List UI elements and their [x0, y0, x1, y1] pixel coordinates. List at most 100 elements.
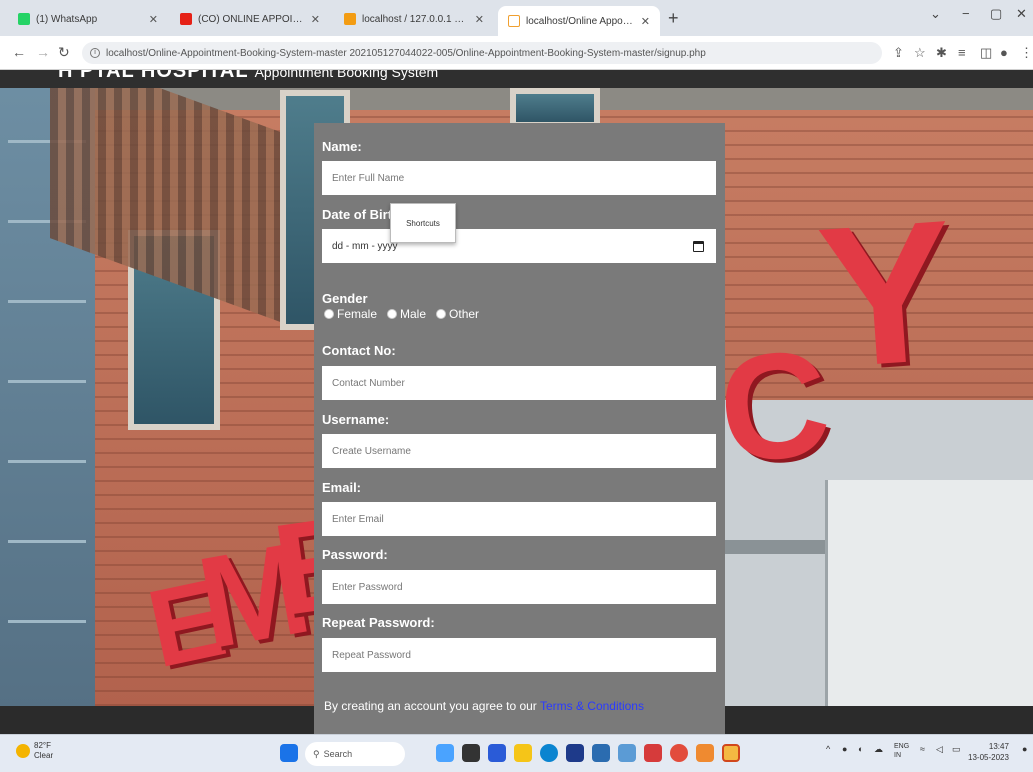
- email-placeholder: Enter Email: [332, 513, 384, 525]
- taskbar-search[interactable]: ⚲ Search: [305, 742, 405, 766]
- task-view-icon[interactable]: [462, 744, 480, 762]
- wifi-icon[interactable]: ≈: [920, 744, 925, 754]
- close-tab-icon[interactable]: ✕: [311, 13, 320, 26]
- tab-title: (1) WhatsApp: [36, 13, 98, 25]
- signup-form: Name: Enter Full Name Date of Birth: dd …: [314, 123, 725, 734]
- contact-label: Contact No:: [322, 343, 396, 358]
- gender-label: Gender: [322, 291, 368, 306]
- menu-icon[interactable]: ⋮: [1020, 45, 1033, 61]
- tab-title: localhost / 127.0.0.1 / wt_admin: [362, 13, 467, 25]
- widgets-icon[interactable]: [436, 744, 454, 762]
- forward-icon[interactable]: →: [36, 44, 50, 60]
- repeat-password-label: Repeat Password:: [322, 615, 435, 630]
- radio-other[interactable]: [436, 309, 447, 319]
- tray-icon[interactable]: ☁: [874, 744, 883, 755]
- tray-icon[interactable]: ●: [842, 744, 847, 754]
- password-input[interactable]: Enter Password: [322, 570, 716, 604]
- edge-icon[interactable]: [540, 744, 558, 762]
- search-icon: ⚲: [313, 748, 320, 759]
- username-label: Username:: [322, 412, 390, 427]
- username-placeholder: Create Username: [332, 445, 411, 457]
- bookmark-star-icon[interactable]: ☆: [914, 45, 926, 61]
- repeat-password-input[interactable]: Repeat Password: [322, 638, 716, 672]
- gender-option-female[interactable]: Female: [324, 307, 377, 321]
- chat-icon[interactable]: [488, 744, 506, 762]
- start-icon[interactable]: [280, 744, 298, 762]
- chrome-icon[interactable]: [670, 744, 688, 762]
- side-panel-icon[interactable]: ◫: [980, 45, 992, 61]
- calendar-icon[interactable]: [693, 240, 704, 252]
- xampp-icon[interactable]: [722, 744, 740, 762]
- radio-label: Male: [400, 307, 427, 321]
- dob-value: dd - mm - yyyy: [332, 240, 398, 252]
- weather-desc: Clear: [34, 751, 54, 760]
- close-tab-icon[interactable]: ✕: [641, 15, 650, 28]
- url-text: localhost/Online-Appointment-Booking-Sys…: [106, 47, 706, 59]
- vscode-icon[interactable]: [618, 744, 636, 762]
- whatsapp-icon: [18, 13, 30, 25]
- site-brand[interactable]: H PTAL HOSPITAL Appointment Booking Syste…: [58, 70, 438, 83]
- site-info-icon[interactable]: i: [90, 48, 100, 58]
- close-tab-icon[interactable]: ✕: [149, 13, 158, 26]
- extensions-icon[interactable]: ✱: [936, 45, 947, 61]
- name-input[interactable]: Enter Full Name: [322, 161, 716, 195]
- brand-name: H PTAL HOSPITAL: [58, 70, 249, 82]
- contact-placeholder: Contact Number: [332, 377, 405, 389]
- reading-list-icon[interactable]: ≡: [958, 45, 966, 60]
- url-input[interactable]: i localhost/Online-Appointment-Booking-S…: [82, 42, 882, 64]
- page-viewport: E M E C Y H PTAL HOSPITALAppointment Boo…: [0, 70, 1033, 734]
- tab-title: (CO) ONLINE APPOINTMENT S: [198, 13, 303, 25]
- gender-option-other[interactable]: Other: [436, 307, 479, 321]
- tab-youtube[interactable]: (CO) ONLINE APPOINTMENT S ✕: [170, 6, 330, 32]
- share-icon[interactable]: ⇪: [893, 45, 904, 61]
- terms-link[interactable]: Terms & Conditions: [540, 699, 644, 713]
- tray-chevron-icon[interactable]: ^: [826, 744, 830, 754]
- email-input[interactable]: Enter Email: [322, 502, 716, 536]
- weather-widget[interactable]: 82°F Clear: [16, 741, 53, 761]
- radio-label: Female: [337, 307, 378, 321]
- system-clock[interactable]: 13:47 13-05-2023: [968, 741, 1009, 763]
- brand-subtitle: Appointment Booking System: [254, 70, 439, 80]
- close-window-icon[interactable]: ✕: [1016, 6, 1027, 22]
- store-icon[interactable]: [566, 744, 584, 762]
- weather-temp: 82°F: [34, 741, 51, 750]
- language-indicator[interactable]: ENG IN: [894, 742, 909, 760]
- site-header: H PTAL HOSPITAL Appointment Booking Syste…: [0, 70, 1033, 88]
- tab-whatsapp[interactable]: (1) WhatsApp ✕: [8, 6, 168, 32]
- taskbar: 82°F Clear ⚲ Search ^ ● ◐ ☁ ENG IN ≈ ◁ ▭…: [0, 734, 1033, 772]
- sun-icon: [16, 744, 30, 758]
- password-label: Password:: [322, 547, 388, 562]
- address-bar: ← → ↻ i localhost/Online-Appointment-Boo…: [0, 36, 1033, 70]
- tab-search-icon[interactable]: ⌄: [930, 6, 941, 22]
- back-icon[interactable]: ←: [12, 44, 26, 60]
- tab-phpmyadmin[interactable]: localhost / 127.0.0.1 / wt_admin ✕: [334, 6, 494, 32]
- dob-input[interactable]: dd - mm - yyyy: [322, 229, 716, 263]
- volume-icon[interactable]: ◁: [936, 744, 943, 755]
- browser-tab-strip: (1) WhatsApp ✕ (CO) ONLINE APPOINTMENT S…: [0, 0, 1033, 36]
- clock-time: 13:47: [988, 742, 1009, 751]
- clock-date: 13-05-2023: [968, 753, 1009, 762]
- brave-icon[interactable]: [644, 744, 662, 762]
- terms-text: By creating an account you agree to our: [324, 699, 537, 713]
- password-placeholder: Enter Password: [332, 581, 403, 593]
- notification-icon[interactable]: ●: [1022, 744, 1027, 754]
- file-explorer-icon[interactable]: [514, 744, 532, 762]
- gender-option-male[interactable]: Male: [387, 307, 426, 321]
- tray-icon[interactable]: ◐: [858, 744, 863, 754]
- close-tab-icon[interactable]: ✕: [475, 13, 484, 26]
- maximize-icon[interactable]: ▢: [990, 6, 1002, 22]
- radio-male[interactable]: [387, 309, 398, 319]
- contact-input[interactable]: Contact Number: [322, 366, 716, 400]
- minimize-icon[interactable]: −: [962, 6, 970, 21]
- phpmyadmin-icon: [344, 13, 356, 25]
- username-input[interactable]: Create Username: [322, 434, 716, 468]
- tab-active-signup[interactable]: localhost/Online Appointment ✕: [498, 6, 660, 36]
- radio-female[interactable]: [324, 309, 334, 319]
- reload-icon[interactable]: ↻: [58, 44, 70, 61]
- app-icon[interactable]: [592, 744, 610, 762]
- youtube-icon: [180, 13, 192, 25]
- profile-icon[interactable]: ●: [1000, 45, 1008, 60]
- new-tab-button[interactable]: +: [668, 8, 679, 29]
- battery-icon[interactable]: ▭: [952, 744, 961, 755]
- app-icon[interactable]: [696, 744, 714, 762]
